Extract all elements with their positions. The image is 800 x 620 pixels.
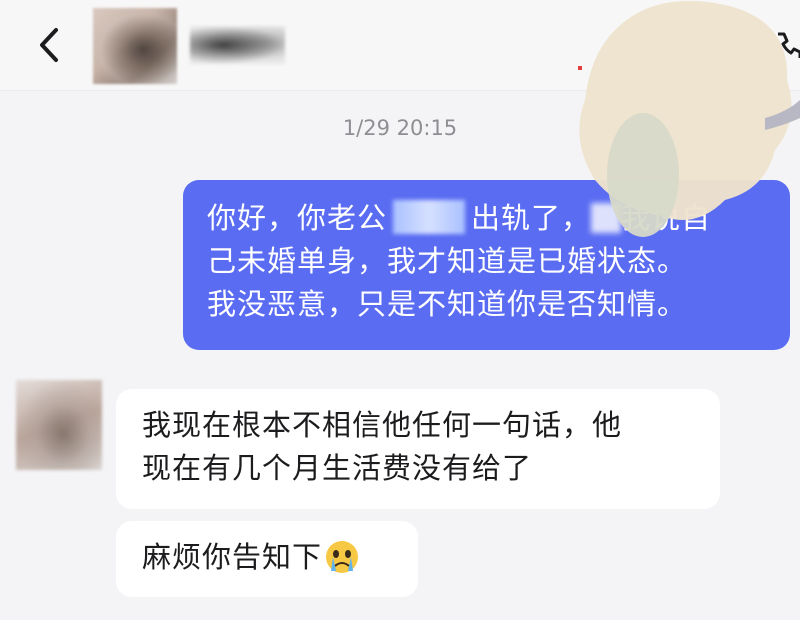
notification-dot [578,66,582,70]
chevron-left-icon [40,28,58,62]
message-text: 你好，你老公 [207,201,388,235]
message-line: 我没恶意，只是不知道你是否知情。 [207,287,688,321]
message-text: 麻烦你告知下 [142,540,323,574]
redacted-name [393,200,466,234]
message-line: 你好，你老公 出轨了， 我说自 [207,197,790,240]
message-timestamp: 1/29 20:15 [342,116,458,140]
crying-face-emoji-icon [326,541,359,573]
incoming-message-bubble[interactable]: 我现在根本不相信他任何一句话，他 现在有几个月生活费没有给了 [116,389,720,509]
outgoing-message-bubble[interactable]: 你好，你老公 出轨了， 我说自 己未婚单身，我才知道是已婚状态。 我没恶意，只是不知… [183,180,790,350]
message-text: 我说自 [621,201,712,235]
sender-avatar[interactable] [16,380,102,470]
redacted-text [591,203,622,233]
message-text: 出轨了， [471,201,592,235]
message-line: 现在有几个月生活费没有给了 [142,451,533,485]
chat-header [0,0,800,91]
back-button[interactable] [30,22,70,68]
message-line: 己未婚单身，我才知道是已婚状态。 [207,244,688,278]
message-line: 我现在根本不相信他任何一句话，他 [142,408,623,442]
contact-avatar[interactable] [93,8,177,84]
phone-icon[interactable] [770,28,800,62]
contact-name-redacted[interactable] [190,26,285,64]
incoming-message-bubble[interactable]: 麻烦你告知下 [116,521,418,597]
chat-screen: 1/29 20:15 你好，你老公 出轨了， 我说自 己未婚单身，我才知道是已婚状态… [0,0,800,620]
